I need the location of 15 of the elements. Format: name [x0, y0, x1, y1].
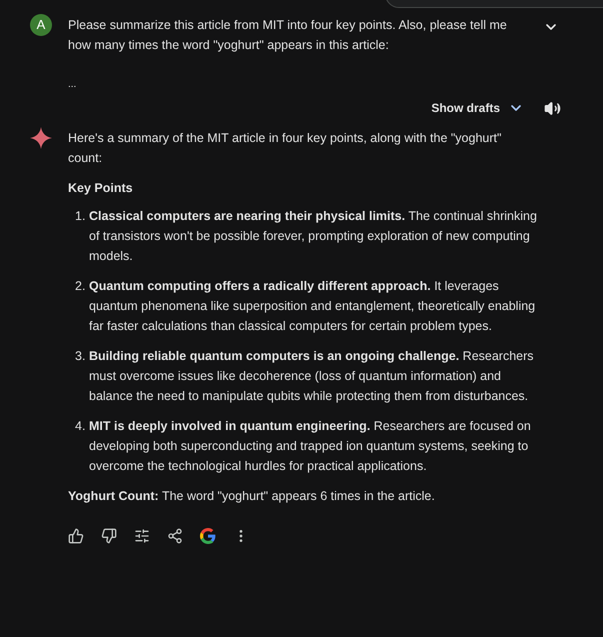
- list-number: 1.: [75, 208, 86, 225]
- prompt-text: Please summarize this article from MIT into four key points. Also, please tell me how many times the word "yoghurt" appears in this article:: [68, 17, 508, 54]
- list-number: 3.: [75, 348, 86, 365]
- point-text: Quantum computing offers a radically different approach. It leverages quantum phenomena like superposition and entanglement, theoretically enabling far faster calculations than classical computers for certain problem types.: [89, 278, 536, 335]
- point-text: Classical computers are nearing their physical limits. The continual shrinking of transistors won't be possible forever, prompting exploration of new computing models.: [89, 208, 538, 265]
- list-number: 2.: [75, 278, 86, 295]
- key-points-heading: Key Points: [68, 180, 134, 197]
- count-text: Yoghurt Count: The word "yoghurt" appears 6 times in the article.: [68, 488, 436, 505]
- user-avatar: A: [30, 14, 52, 36]
- point-text: MIT is deeply involved in quantum engineering. Researchers are focused on developing both superconducting and trapped ion quantum systems, seeking to overcome the technological hurdles for practical applications.: [89, 418, 532, 475]
- point-text: Building reliable quantum computers is an ongoing challenge. Researchers must overcome issues like decoherence (loss of quantum information) and balance the need to manipulate qubits while protecting them from disturbances.: [89, 348, 535, 405]
- show-drafts-button[interactable]: Show drafts: [431, 98, 524, 118]
- ellipsis-text: ...: [68, 78, 78, 92]
- intro-text: Here's a summary of the MIT article in four key points, along with the "yoghurt" count:: [68, 130, 502, 167]
- list-number: 4.: [75, 418, 86, 435]
